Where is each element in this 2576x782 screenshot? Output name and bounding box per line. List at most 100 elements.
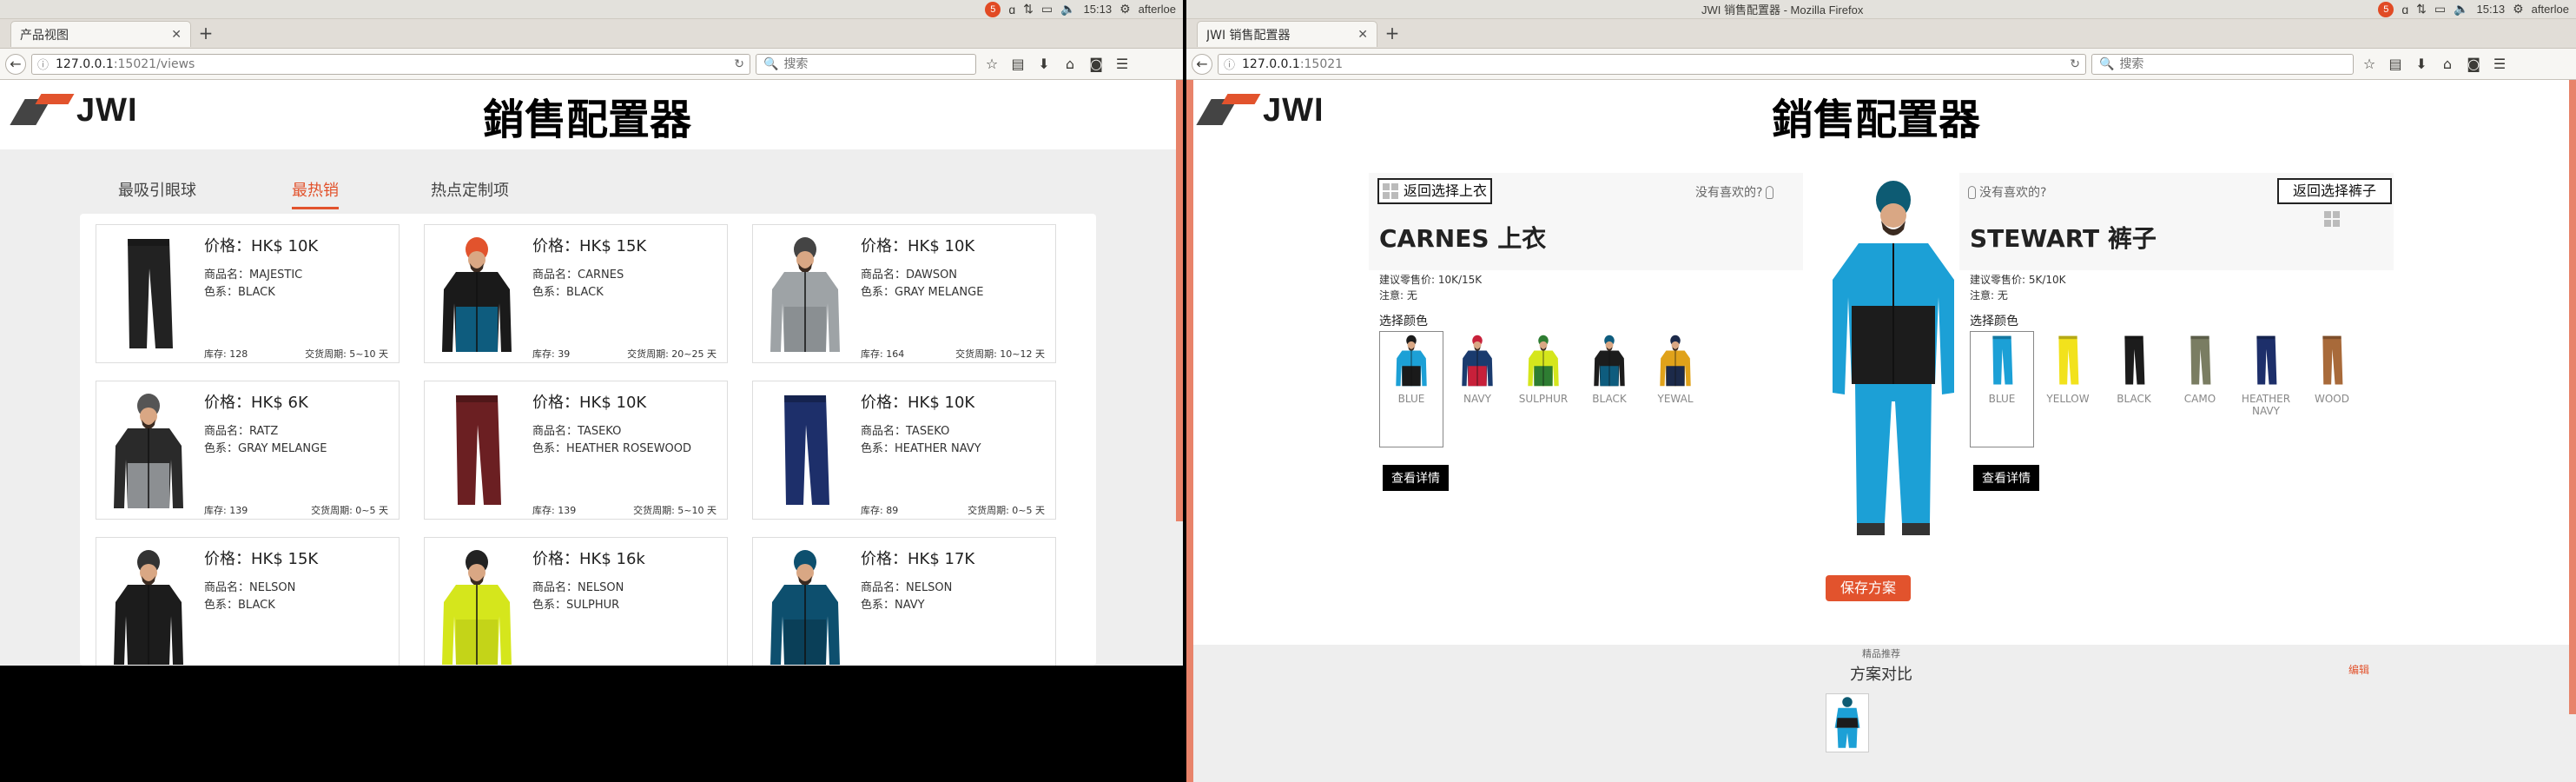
- download-icon[interactable]: ⬇: [2411, 54, 2432, 75]
- color-swatch[interactable]: BLACK: [2102, 331, 2166, 447]
- pants-hint[interactable]: 没有喜欢的?: [1968, 183, 2046, 201]
- color-swatch[interactable]: YELLOW: [2036, 331, 2100, 447]
- edit-link[interactable]: 编辑: [2348, 662, 2369, 677]
- product-card[interactable]: 价格：HK$ 10K 商品名：TASEKO 色系：HEATHER ROSEWOOD 库…: [424, 381, 728, 520]
- color-swatch[interactable]: BLUE: [1379, 331, 1443, 447]
- network-icon[interactable]: ⇅: [1023, 2, 1034, 17]
- product-color: 色系：GRAY MELANGE: [204, 442, 327, 455]
- product-card[interactable]: 价格：HK$ 10K 商品名：MAJESTIC 色系：BLACK 库存: 128 交货周…: [96, 224, 400, 363]
- username[interactable]: afterloe: [2532, 3, 2569, 16]
- brand-logo[interactable]: JWI: [10, 92, 138, 129]
- settings-gear-icon[interactable]: ⚙: [1120, 2, 1131, 17]
- pants-color-swatches: BLUE YELLOW BLACK CAMO HEATHER NAVY WOOD: [1970, 331, 2364, 447]
- product-card[interactable]: 价格：HK$ 10K 商品名：DAWSON 色系：GRAY MELANGE 库存: 1…: [752, 224, 1056, 363]
- settings-gear-icon[interactable]: ⚙: [2513, 2, 2524, 17]
- input-method-icon[interactable]: ɑ: [1008, 3, 1015, 17]
- browser-tab-active[interactable]: 产品视图 ✕: [10, 21, 191, 47]
- color-swatch[interactable]: HEATHER NAVY: [2234, 331, 2298, 447]
- jacket-details-button[interactable]: 查看详情: [1383, 465, 1449, 491]
- jacket-hint[interactable]: 没有喜欢的?: [1695, 183, 1774, 201]
- pants-details-button[interactable]: 查看详情: [1973, 465, 2039, 491]
- reading-list-icon[interactable]: ▤: [2385, 54, 2406, 75]
- product-card[interactable]: 价格：HK$ 15K 商品名：NELSON 色系：BLACK: [96, 537, 400, 676]
- product-card[interactable]: 价格：HK$ 17K 商品名：NELSON 色系：NAVY: [752, 537, 1056, 676]
- color-swatch[interactable]: NAVY: [1445, 331, 1509, 447]
- volume-icon[interactable]: 🔈: [1060, 2, 1075, 17]
- notification-badge[interactable]: 5: [985, 1, 1001, 17]
- site-info-icon[interactable]: ⓘ: [37, 56, 49, 72]
- back-to-jackets-button[interactable]: 返回选择上衣: [1377, 178, 1492, 204]
- clock[interactable]: 15:13: [2477, 3, 2506, 16]
- save-plan-button[interactable]: 保存方案: [1826, 575, 1911, 601]
- product-price: 价格：HK$ 6K: [204, 394, 308, 412]
- product-card[interactable]: 价格：HK$ 6K 商品名：RATZ 色系：GRAY MELANGE 库存: 139 交…: [96, 381, 400, 520]
- close-tab-icon[interactable]: ✕: [1357, 28, 1368, 42]
- search-box[interactable]: 🔍: [756, 53, 976, 75]
- system-top-bar: 5 ɑ ⇅ ▭ 🔈 15:13 ⚙ afterloe: [0, 0, 1183, 19]
- reading-list-icon[interactable]: ▤: [1007, 54, 1028, 75]
- product-image: [765, 390, 845, 512]
- scrollbar[interactable]: [1176, 80, 1183, 521]
- search-icon: 🔍: [2099, 56, 2115, 71]
- pocket-icon[interactable]: ◙: [2463, 54, 2484, 75]
- url-bar[interactable]: ⓘ 127.0.0.1:15021/views ↻: [31, 53, 750, 75]
- color-swatch[interactable]: CAMO: [2168, 331, 2232, 447]
- close-tab-icon[interactable]: ✕: [171, 28, 182, 42]
- network-icon[interactable]: ⇅: [2416, 2, 2427, 17]
- menu-icon[interactable]: ☰: [1112, 54, 1133, 75]
- product-color: 色系：HEATHER ROSEWOOD: [532, 442, 692, 455]
- battery-icon[interactable]: ▭: [2434, 2, 2446, 17]
- tab-best-selling[interactable]: 最热销: [292, 178, 339, 209]
- back-button[interactable]: ←: [5, 53, 26, 75]
- search-input[interactable]: [2119, 56, 2346, 71]
- product-price: 价格：HK$ 10K: [532, 394, 647, 412]
- search-box[interactable]: 🔍: [2091, 53, 2354, 75]
- product-card[interactable]: 价格：HK$ 10K 商品名：TASEKO 色系：HEATHER NAVY 库存: 8…: [752, 381, 1056, 520]
- color-swatch[interactable]: YEWAL: [1643, 331, 1707, 447]
- bookmark-star-icon[interactable]: ☆: [981, 54, 1002, 75]
- product-stock: 库存: 89: [861, 505, 899, 516]
- back-button[interactable]: ←: [1192, 53, 1212, 75]
- swatch-image: [2240, 334, 2292, 388]
- pocket-icon[interactable]: ◙: [1086, 54, 1106, 75]
- product-image: [109, 390, 188, 512]
- brand-logo[interactable]: JWI: [1196, 92, 1324, 129]
- url-bar[interactable]: ⓘ 127.0.0.1:15021 ↻: [1218, 53, 2086, 75]
- saved-plan-thumbnail[interactable]: [1826, 693, 1869, 752]
- clock[interactable]: 15:13: [1084, 3, 1113, 16]
- swatch-image: [2174, 334, 2226, 388]
- new-tab-button[interactable]: +: [1383, 24, 1402, 43]
- site-info-icon[interactable]: ⓘ: [1224, 56, 1235, 72]
- input-method-icon[interactable]: ɑ: [2401, 3, 2408, 17]
- reload-icon[interactable]: ↻: [734, 57, 744, 71]
- back-to-pants-button[interactable]: 返回选择裤子: [2277, 178, 2392, 204]
- tab-most-eye-catching[interactable]: 最吸引眼球: [118, 178, 196, 209]
- reload-icon[interactable]: ↻: [2070, 57, 2080, 71]
- product-card[interactable]: 价格：HK$ 15K 商品名：CARNES 色系：BLACK 库存: 39 交货周期: …: [424, 224, 728, 363]
- menu-icon[interactable]: ☰: [2489, 54, 2510, 75]
- bookmark-star-icon[interactable]: ☆: [2359, 54, 2380, 75]
- product-image: [765, 234, 845, 355]
- product-card[interactable]: 价格：HK$ 16k 商品名：NELSON 色系：SULPHUR: [424, 537, 728, 676]
- color-swatch[interactable]: BLUE: [1970, 331, 2034, 447]
- scrollbar[interactable]: [2569, 80, 2576, 714]
- new-tab-button[interactable]: +: [196, 24, 215, 43]
- home-icon[interactable]: ⌂: [1060, 54, 1080, 75]
- url-host: 127.0.0.1: [1242, 56, 1300, 71]
- battery-icon[interactable]: ▭: [1041, 2, 1053, 17]
- swatch-image: [1517, 334, 1569, 388]
- product-image: [765, 547, 845, 668]
- browser-tab-active[interactable]: JWI 销售配置器 ✕: [1197, 21, 1377, 47]
- volume-icon[interactable]: 🔈: [2454, 2, 2468, 17]
- download-icon[interactable]: ⬇: [1034, 54, 1054, 75]
- grid-icon[interactable]: [2324, 211, 2340, 227]
- notification-badge[interactable]: 5: [2378, 1, 2394, 17]
- pants-note: 注意: 无: [1970, 289, 2008, 302]
- home-icon[interactable]: ⌂: [2437, 54, 2458, 75]
- search-input[interactable]: [783, 56, 968, 71]
- color-swatch[interactable]: SULPHUR: [1511, 331, 1575, 447]
- color-swatch[interactable]: BLACK: [1577, 331, 1641, 447]
- username[interactable]: afterloe: [1139, 3, 1176, 16]
- color-swatch[interactable]: WOOD: [2300, 331, 2364, 447]
- tab-hot-customization[interactable]: 热点定制项: [431, 178, 509, 209]
